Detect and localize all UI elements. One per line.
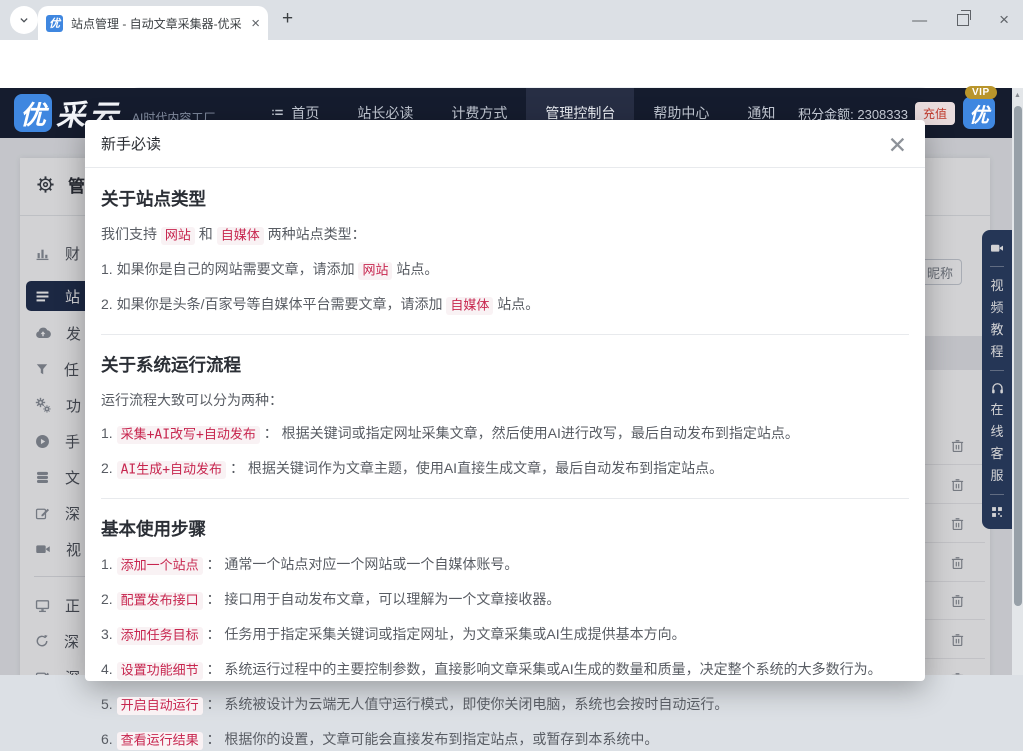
tab-search-chevron-icon[interactable] xyxy=(10,6,38,34)
modal-body: 关于站点类型 我们支持 网站 和 自媒体 两种站点类型： 1. 如果你是自己的网… xyxy=(85,168,925,751)
modal-title: 新手必读 xyxy=(101,133,161,154)
guide-list-item: 6. 查看运行结果 ： 根据你的设置，文章可能会直接发布到指定站点，或暂存到本系… xyxy=(101,729,909,751)
code-tag: 设置功能细节 xyxy=(117,662,203,680)
window-restore-icon[interactable] xyxy=(957,14,969,26)
window-minimize-icon[interactable]: — xyxy=(912,12,927,29)
code-tag: 配置发布接口 xyxy=(117,592,203,610)
scrollbar-thumb[interactable] xyxy=(1014,106,1022,606)
code-tag: 自媒体 xyxy=(217,227,264,245)
section-heading-site-types: 关于站点类型 xyxy=(101,186,909,211)
new-tab-button[interactable]: + xyxy=(282,8,293,30)
tab-close-icon[interactable]: × xyxy=(251,16,260,31)
browser-tab-strip: 优 站点管理 - 自动文章采集器-优采 × + — × xyxy=(0,0,1023,40)
code-tag: 网站 xyxy=(161,227,195,245)
tab-title: 站点管理 - 自动文章采集器-优采 xyxy=(71,15,243,32)
site-logo[interactable]: 优 xyxy=(14,94,52,132)
section-intro: 我们支持 网站 和 自媒体 两种站点类型： xyxy=(101,224,909,246)
section-heading-basic-steps: 基本使用步骤 xyxy=(101,516,909,541)
code-tag: 自媒体 xyxy=(446,297,493,315)
browser-tab[interactable]: 优 站点管理 - 自动文章采集器-优采 × xyxy=(38,6,268,40)
browser-toolbar: ucaiyun.com/caiji/site_group-2238 ☆ 井 ⋮ xyxy=(0,40,1023,88)
menu-icon xyxy=(270,106,285,121)
page-scrollbar[interactable]: ▲ xyxy=(1012,88,1023,675)
guide-list-item: 4. 设置功能细节 ： 系统运行过程中的主要控制参数，直接影响文章采集或AI生成… xyxy=(101,659,909,681)
section-heading-run-flow: 关于系统运行流程 xyxy=(101,352,909,377)
section-intro: 运行流程大致可以分为两种： xyxy=(101,390,909,410)
code-tag: 添加一个站点 xyxy=(117,557,203,575)
modal-header: 新手必读 xyxy=(85,120,925,168)
guide-list-item: 1. 采集+AI改写+自动发布 ： 根据关键词或指定网址采集文章，然后使用AI进… xyxy=(101,423,909,445)
window-close-icon[interactable]: × xyxy=(999,10,1009,30)
tab-favicon: 优 xyxy=(46,15,63,32)
modal-close-icon[interactable]: ✕ xyxy=(884,130,911,161)
section-divider xyxy=(101,498,909,499)
vip-badge: VIP xyxy=(965,86,997,99)
scroll-up-arrow-icon[interactable]: ▲ xyxy=(1012,88,1023,103)
code-tag: 采集+AI改写+自动发布 xyxy=(117,426,260,444)
guide-list-item: 2. 如果你是头条/百家号等自媒体平台需要文章，请添加 自媒体 站点。 xyxy=(101,294,909,316)
guide-list-item: 2. AI生成+自动发布 ： 根据关键词作为文章主题，使用AI直接生成文章，最后… xyxy=(101,458,909,480)
section-divider xyxy=(101,334,909,335)
screen: 优 站点管理 - 自动文章采集器-优采 × + — × ucaiyun.com/… xyxy=(0,0,1023,675)
code-tag: 查看运行结果 xyxy=(117,732,203,750)
guide-list-item: 1. 添加一个站点 ： 通常一个站点对应一个网站或一个自媒体账号。 xyxy=(101,554,909,576)
code-tag: AI生成+自动发布 xyxy=(117,461,226,479)
guide-list-item: 2. 配置发布接口 ： 接口用于自动发布文章，可以理解为一个文章接收器。 xyxy=(101,589,909,611)
guide-list-item: 1. 如果你是自己的网站需要文章，请添加 网站 站点。 xyxy=(101,259,909,281)
beginner-guide-modal: 新手必读 ✕ 关于站点类型 我们支持 网站 和 自媒体 两种站点类型： 1. 如… xyxy=(85,120,925,681)
code-tag: 添加任务目标 xyxy=(117,627,203,645)
user-avatar[interactable]: 优 xyxy=(963,97,995,129)
code-tag: 开启自动运行 xyxy=(117,697,203,715)
guide-list-item: 3. 添加任务目标 ： 任务用于指定采集关键词或指定网址，为文章采集或AI生成提… xyxy=(101,624,909,646)
guide-list-item: 5. 开启自动运行 ： 系统被设计为云端无人值守运行模式，即使你关闭电脑，系统也… xyxy=(101,694,909,716)
code-tag: 网站 xyxy=(358,262,392,280)
